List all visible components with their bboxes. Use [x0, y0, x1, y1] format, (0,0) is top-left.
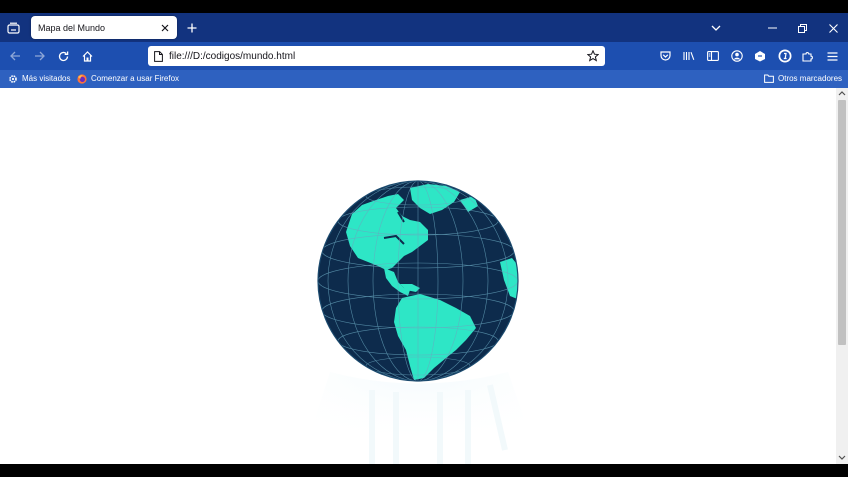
new-tab-button[interactable]	[185, 21, 199, 35]
window-bottom-edge	[0, 464, 848, 477]
puzzle-icon	[802, 52, 813, 62]
extension-button-2[interactable]	[777, 48, 793, 64]
forward-button[interactable]	[32, 49, 46, 63]
bookmark-label: Comenzar a usar Firefox	[91, 74, 180, 83]
gear-icon	[8, 74, 18, 84]
reload-icon	[58, 51, 68, 61]
bookmark-star-icon[interactable]	[587, 50, 599, 62]
firefox-view-icon	[6, 22, 20, 34]
scrollbar-thumb[interactable]	[838, 100, 846, 345]
folder-icon	[764, 74, 774, 83]
reload-button[interactable]	[56, 49, 70, 63]
minimize-icon	[767, 27, 777, 29]
sidebar-button[interactable]	[706, 49, 720, 63]
arrow-right-icon	[34, 51, 45, 61]
arrow-left-icon	[9, 51, 20, 61]
extension-badge-icon	[778, 49, 792, 63]
tab-close-button[interactable]	[158, 21, 172, 35]
firefox-view-button[interactable]	[5, 20, 21, 36]
account-button[interactable]	[730, 49, 744, 63]
plus-icon	[187, 23, 197, 33]
minimize-button[interactable]	[765, 21, 779, 35]
window-top-edge	[0, 0, 848, 13]
page-icon	[154, 50, 163, 62]
close-window-button[interactable]	[826, 21, 840, 35]
restore-icon	[797, 23, 807, 33]
account-icon	[731, 50, 743, 62]
tab-title: Mapa del Mundo	[38, 22, 106, 33]
list-all-tabs-button[interactable]	[709, 21, 723, 35]
back-button[interactable]	[8, 49, 22, 63]
hamburger-menu-icon	[827, 51, 837, 61]
bookmark-otros-marcadores[interactable]: Otros marcadores	[764, 72, 842, 85]
firefox-icon	[77, 73, 87, 84]
bookmark-label: Otros marcadores	[778, 74, 843, 83]
extension-shield-icon	[755, 51, 765, 62]
close-icon	[161, 24, 169, 31]
world-globe	[300, 180, 540, 464]
tab-mapa-del-mundo[interactable]: Mapa del Mundo	[31, 16, 177, 39]
home-button[interactable]	[80, 49, 94, 63]
scroll-up-icon[interactable]	[836, 89, 848, 97]
extensions-button[interactable]	[801, 49, 815, 63]
globe-reflection	[300, 372, 540, 464]
close-icon	[828, 23, 838, 33]
bookmark-mas-visitados[interactable]: Más visitados	[8, 72, 70, 85]
bookmark-label: Más visitados	[22, 74, 71, 83]
restore-button[interactable]	[795, 21, 809, 35]
sidebar-icon	[707, 51, 719, 61]
library-button[interactable]	[682, 49, 696, 63]
home-icon	[82, 50, 92, 62]
menu-button[interactable]	[825, 49, 839, 63]
extension-button-1[interactable]	[753, 49, 767, 63]
bookmark-comenzar-firefox[interactable]: Comenzar a usar Firefox	[77, 72, 179, 85]
library-icon	[683, 52, 695, 60]
chevron-down-icon	[711, 25, 721, 31]
page-content	[0, 88, 836, 464]
pocket-button[interactable]	[658, 49, 672, 63]
scroll-down-icon[interactable]	[836, 454, 848, 462]
address-bar[interactable]: file:///D:/codigos/mundo.html	[148, 46, 605, 66]
pocket-icon	[659, 51, 671, 61]
url-text: file:///D:/codigos/mundo.html	[169, 50, 296, 62]
